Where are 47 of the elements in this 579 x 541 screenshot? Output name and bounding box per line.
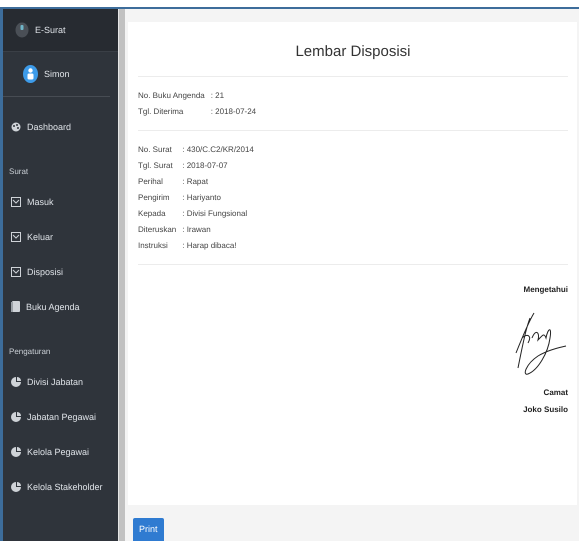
field-value: : Irawan bbox=[182, 225, 212, 234]
field-value: : 2018-07-24 bbox=[210, 107, 258, 116]
section-heading: Surat bbox=[9, 166, 28, 176]
field-label: Instruksi bbox=[138, 241, 169, 250]
logo-icon bbox=[15, 22, 29, 38]
field-value: : Harap dibaca! bbox=[182, 241, 238, 250]
field-value: : Hariyanto bbox=[182, 193, 222, 202]
field-value: : 21 bbox=[210, 91, 226, 100]
palette-icon bbox=[11, 122, 21, 132]
pie-chart-icon bbox=[11, 446, 21, 456]
pie-chart-icon bbox=[11, 482, 21, 492]
field-label: Perihal bbox=[138, 177, 164, 186]
section-heading: Pengaturan bbox=[9, 346, 50, 356]
nav-item[interactable]: Jabatan Pegawai bbox=[27, 412, 96, 422]
checkbox-icon bbox=[11, 196, 21, 206]
field-label: No. Buku Angenda bbox=[138, 91, 205, 100]
pie-chart-icon bbox=[11, 376, 21, 386]
nav-item[interactable]: Divisi Jabatan bbox=[27, 376, 84, 386]
field-label: Kepada bbox=[138, 209, 167, 218]
brand-name: E-Surat bbox=[35, 25, 66, 35]
user-name: Simon bbox=[44, 69, 70, 79]
print-button[interactable]: Print bbox=[133, 518, 164, 541]
field-value: : Rapat bbox=[182, 177, 210, 186]
field-value: : 2018-07-07 bbox=[182, 161, 229, 170]
nav-item[interactable]: Buku Agenda bbox=[26, 302, 80, 312]
field-label: Tgl. Diterima bbox=[138, 107, 184, 116]
checkbox-icon bbox=[11, 232, 21, 242]
field-label: No. Surat bbox=[138, 145, 173, 154]
nav-item[interactable]: Dashboard bbox=[27, 122, 72, 132]
signature-heading: Mengetahui bbox=[524, 285, 568, 294]
document-title: Lembar Disposisi bbox=[138, 22, 568, 77]
field-value: : 430/C.C2/KR/2014 bbox=[182, 145, 255, 154]
book-icon bbox=[11, 301, 20, 312]
checkbox-icon bbox=[11, 266, 21, 276]
nav-item[interactable]: Kelola Stakeholder bbox=[27, 482, 103, 492]
signature-position: Camat bbox=[544, 388, 568, 397]
nav-item[interactable]: Disposisi bbox=[27, 266, 64, 276]
nav-item[interactable]: Masuk bbox=[27, 196, 54, 206]
nav-item[interactable]: Kelola Pegawai bbox=[27, 446, 90, 456]
field-label: Tgl. Surat bbox=[138, 161, 174, 170]
pie-chart-icon bbox=[11, 412, 21, 422]
nav-item[interactable]: Keluar bbox=[27, 232, 54, 242]
signature-name: Joko Susilo bbox=[523, 405, 568, 414]
field-value: : Divisi Fungsional bbox=[182, 209, 248, 218]
field-label: Diteruskan bbox=[138, 225, 176, 234]
user-avatar-icon bbox=[23, 65, 38, 83]
field-label: Pengirim bbox=[138, 193, 171, 202]
